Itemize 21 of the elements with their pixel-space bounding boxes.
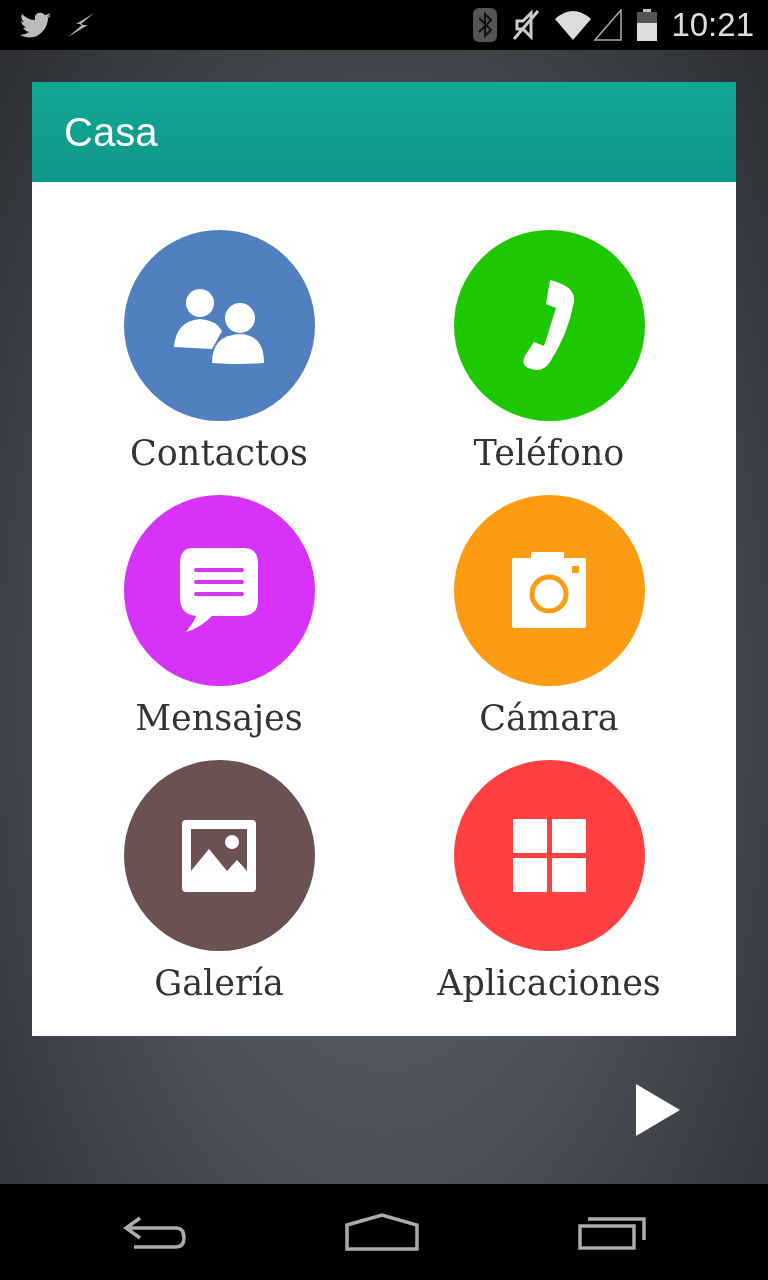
- next-button[interactable]: [636, 1084, 680, 1136]
- grid-icon: [512, 819, 586, 892]
- people-icon: [172, 286, 266, 365]
- wifi-signal-icon: [555, 9, 624, 41]
- chat-bubble-icon: [178, 547, 260, 634]
- bluetooth-icon: [473, 8, 498, 42]
- app-label: Teléfono: [473, 432, 625, 475]
- app-label: Cámara: [479, 697, 619, 740]
- app-label: Aplicaciones: [437, 962, 661, 1005]
- home-button[interactable]: [345, 1213, 419, 1251]
- battery-icon: [637, 9, 658, 41]
- recent-apps-button[interactable]: [578, 1214, 649, 1250]
- header-title: Casa: [64, 109, 158, 155]
- app-label: Galería: [154, 962, 284, 1005]
- app-label: Mensajes: [135, 697, 303, 740]
- bird-icon: [20, 12, 52, 38]
- app-label: Contactos: [130, 432, 308, 475]
- mute-icon: [511, 9, 542, 41]
- image-icon: [182, 819, 256, 892]
- clock-time: 10:21: [671, 6, 754, 44]
- camera-icon: [510, 551, 588, 630]
